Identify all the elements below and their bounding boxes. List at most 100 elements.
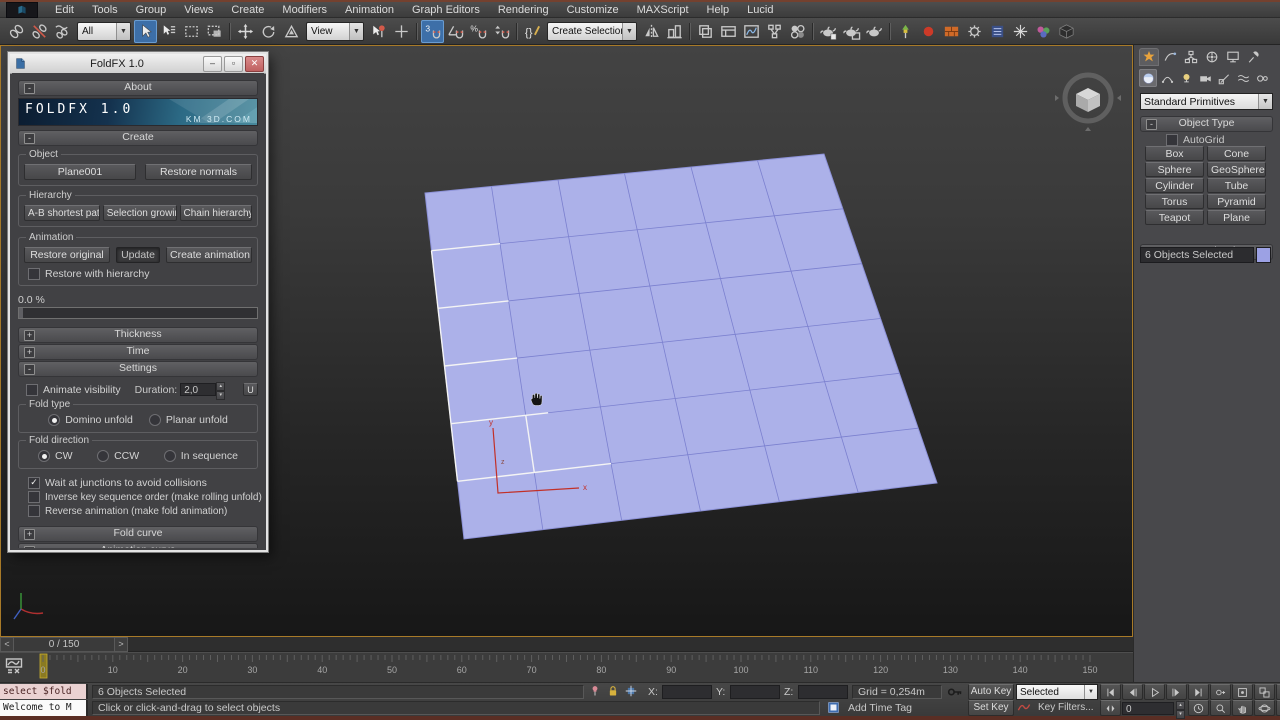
rollout-create[interactable]: - Create: [18, 130, 258, 146]
previous-frame-arrow[interactable]: <: [0, 637, 14, 652]
layer-manager-icon[interactable]: [694, 20, 717, 43]
subtab-lights[interactable]: [1177, 69, 1195, 87]
object-type-pyramid-button[interactable]: Pyramid: [1207, 194, 1266, 209]
category-dropdown[interactable]: Standard Primitives ▼: [1140, 93, 1273, 110]
maxscript-listener-macro[interactable]: select $fold: [0, 684, 88, 699]
rollout-animation-curve[interactable]: + Animation curve: [18, 543, 258, 548]
3dsmax-logo-icon[interactable]: [6, 2, 38, 18]
subtab-spacewarps[interactable]: [1234, 69, 1252, 87]
subtab-shapes[interactable]: [1158, 69, 1176, 87]
render-setup-icon[interactable]: [817, 20, 840, 43]
select-rotate-icon[interactable]: [257, 20, 280, 43]
planar-unfold-radio[interactable]: [149, 414, 161, 426]
abs-transform-icon[interactable]: [624, 684, 638, 698]
plugin-gear-icon[interactable]: [963, 20, 986, 43]
rect-selection-icon[interactable]: [180, 20, 203, 43]
menu-graph-editors[interactable]: Graph Editors: [403, 3, 489, 17]
zoom-button[interactable]: [1210, 700, 1231, 716]
menu-tools[interactable]: Tools: [83, 3, 127, 17]
menu-rendering[interactable]: Rendering: [489, 3, 558, 17]
pin-icon[interactable]: [588, 684, 602, 698]
goto-start-button[interactable]: [1100, 684, 1121, 700]
plugin-bricks-icon[interactable]: [940, 20, 963, 43]
menu-animation[interactable]: Animation: [336, 3, 403, 17]
edit-named-sets-icon[interactable]: {}: [521, 20, 544, 43]
autogrid-checkbox[interactable]: [1166, 134, 1178, 146]
unlink-selection-icon[interactable]: [28, 20, 51, 43]
snaps-toggle-icon[interactable]: 3: [421, 20, 444, 43]
subtab-cameras[interactable]: [1196, 69, 1214, 87]
named-selection-sets-dropdown[interactable]: Create Selection Se▼: [547, 22, 637, 41]
bind-spacewarp-icon[interactable]: [51, 20, 74, 43]
object-type-torus-button[interactable]: Torus: [1145, 194, 1204, 209]
selection-growing-button[interactable]: Selection growing: [103, 205, 177, 221]
maximize-viewport-button[interactable]: [1276, 700, 1280, 716]
plugin-spheres-icon[interactable]: [1032, 20, 1055, 43]
key-mode-button[interactable]: [1210, 684, 1231, 700]
select-by-name-icon[interactable]: [157, 20, 180, 43]
rollout-object-type[interactable]: - Object Type: [1140, 116, 1273, 132]
menu-group[interactable]: Group: [127, 3, 176, 17]
object-type-plane-button[interactable]: Plane: [1207, 210, 1266, 225]
wait-junctions-checkbox[interactable]: ✓: [28, 477, 40, 489]
mirror-icon[interactable]: [640, 20, 663, 43]
object-type-cylinder-button[interactable]: Cylinder: [1145, 178, 1204, 193]
object-type-box-button[interactable]: Box: [1145, 146, 1204, 161]
menu-help[interactable]: Help: [698, 3, 739, 17]
lock-icon[interactable]: [606, 684, 620, 698]
plugin-cube-icon[interactable]: [1055, 20, 1078, 43]
orbit-button[interactable]: [1254, 700, 1275, 716]
maxscript-listener[interactable]: Welcome to M: [0, 700, 88, 716]
plugin-emitter-icon[interactable]: [894, 20, 917, 43]
default-in-out-tangents-icon[interactable]: [1016, 699, 1032, 715]
spinner-snap-icon[interactable]: [490, 20, 513, 43]
restore-normals-button[interactable]: Restore normals: [145, 164, 252, 180]
rollout-fold-curve[interactable]: + Fold curve: [18, 526, 258, 542]
ccw-radio[interactable]: [97, 450, 109, 462]
viewcube[interactable]: [1055, 75, 1121, 131]
ribbon-toggle-icon[interactable]: [717, 20, 740, 43]
reference-coordinate-dropdown[interactable]: View▼: [306, 22, 364, 41]
prev-frame-button[interactable]: [1122, 684, 1143, 700]
rollout-time[interactable]: + Time: [18, 344, 258, 360]
chain-hierarchy-button[interactable]: Chain hierarchy: [180, 205, 253, 221]
select-object-icon[interactable]: [134, 20, 157, 43]
object-type-sphere-button[interactable]: Sphere: [1145, 162, 1204, 177]
plugin-list-icon[interactable]: [986, 20, 1009, 43]
cw-radio[interactable]: [38, 450, 50, 462]
select-and-link-icon[interactable]: [5, 20, 28, 43]
curve-editor-icon[interactable]: [740, 20, 763, 43]
zoom-region-button[interactable]: [1276, 684, 1280, 700]
tab-create[interactable]: [1139, 48, 1159, 66]
menu-create[interactable]: Create: [222, 3, 273, 17]
selection-set-dropdown[interactable]: Selected ▼: [1016, 684, 1098, 700]
plane-object[interactable]: [425, 154, 937, 539]
angle-snap-icon[interactable]: [444, 20, 467, 43]
keyboard-override-icon[interactable]: [390, 20, 413, 43]
rollout-settings[interactable]: - Settings: [18, 361, 258, 377]
auto-key-button[interactable]: Auto Key: [968, 684, 1014, 700]
plugin-snowflake-icon[interactable]: [1009, 20, 1032, 43]
domino-unfold-radio[interactable]: [48, 414, 60, 426]
duration-spinner[interactable]: ▴▾: [216, 382, 225, 397]
rollout-about[interactable]: - About: [18, 80, 258, 96]
plane001-button[interactable]: Plane001: [24, 164, 136, 180]
foldfx-titlebar[interactable]: FoldFX 1.0 – ▫ ✕: [10, 54, 266, 74]
maximize-button[interactable]: ▫: [224, 56, 243, 72]
update-button[interactable]: Update: [116, 247, 160, 263]
select-manipulate-icon[interactable]: [367, 20, 390, 43]
animate-visibility-checkbox[interactable]: [26, 384, 38, 396]
create-animation-button[interactable]: Create animation: [166, 247, 252, 263]
time-slider[interactable]: 0102030405060708090100110120130140150: [0, 652, 1133, 682]
zoom-extents-button[interactable]: [1232, 684, 1253, 700]
restore-original-button[interactable]: Restore original: [24, 247, 110, 263]
menu-edit[interactable]: Edit: [46, 3, 83, 17]
rendered-frame-icon[interactable]: [840, 20, 863, 43]
subtab-geometry[interactable]: [1139, 69, 1157, 87]
material-editor-icon[interactable]: [786, 20, 809, 43]
tab-modify[interactable]: [1160, 48, 1180, 66]
z-coord-field[interactable]: [798, 685, 848, 699]
add-time-tag[interactable]: Add Time Tag: [848, 702, 912, 714]
u-button[interactable]: U: [243, 383, 258, 396]
object-name-field[interactable]: 6 Objects Selected: [1140, 247, 1254, 263]
